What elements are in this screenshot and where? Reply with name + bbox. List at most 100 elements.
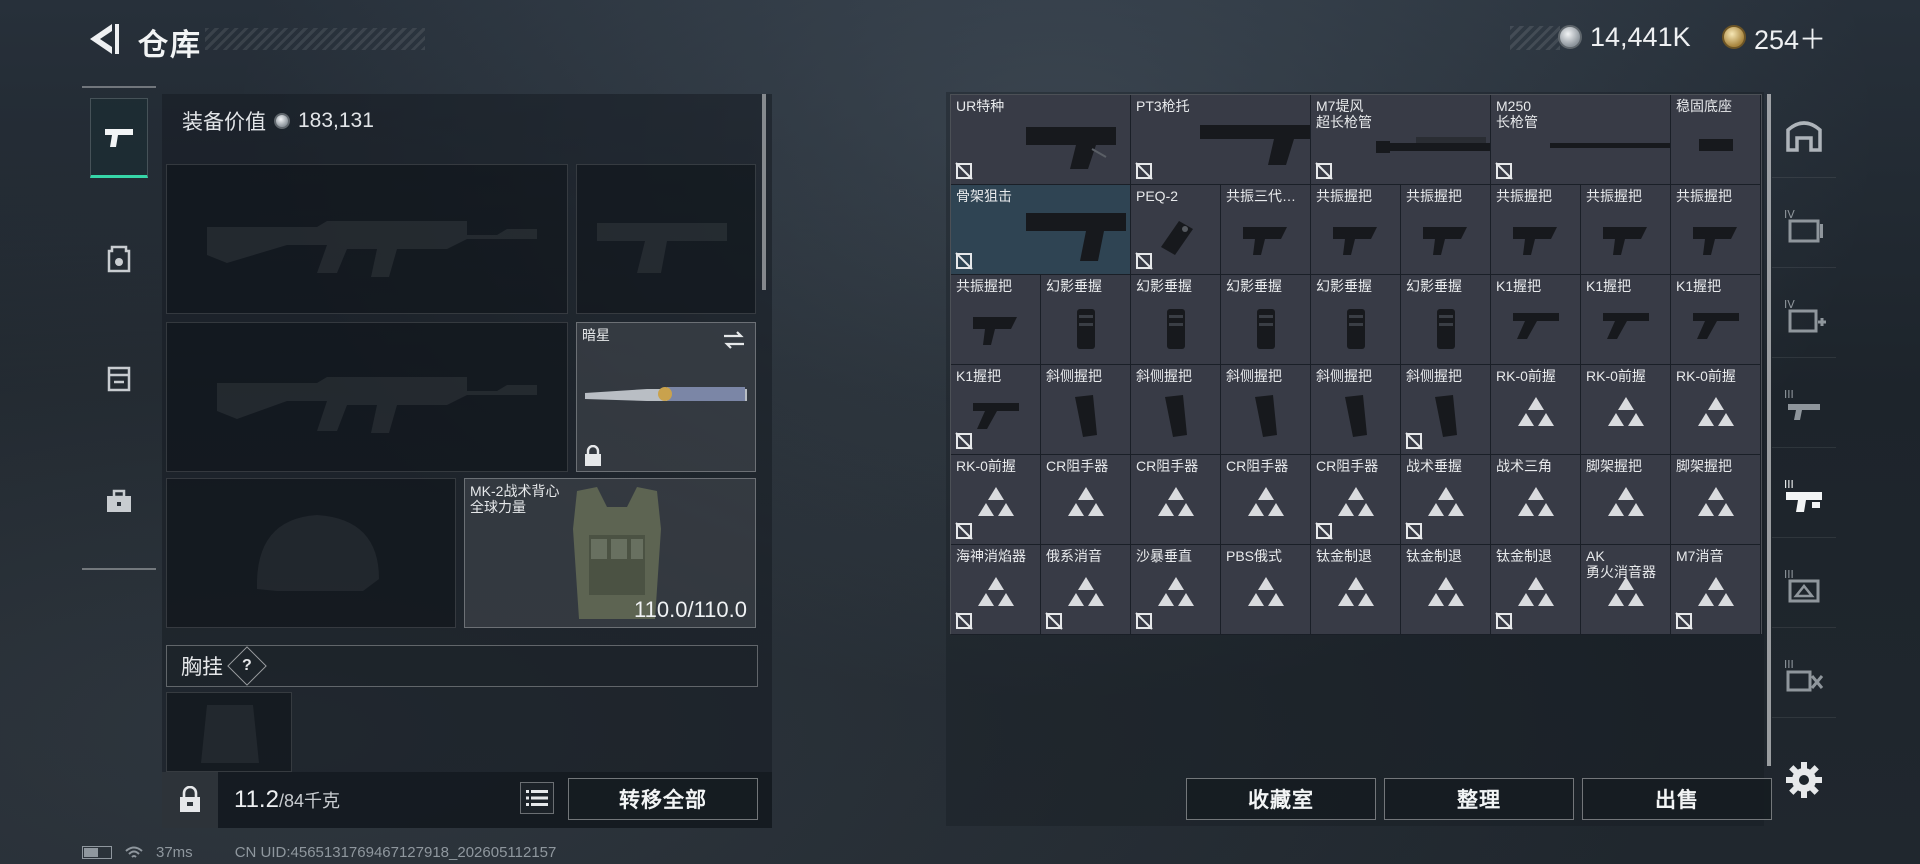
storage-item[interactable]: PBS俄式 xyxy=(1221,545,1311,635)
unbound-tag-icon xyxy=(1135,612,1153,630)
tab-tier3-c[interactable]: III xyxy=(1772,634,1836,718)
help-icon[interactable]: ? xyxy=(227,646,267,686)
storage-item[interactable]: 斜侧握把 xyxy=(1041,365,1131,455)
storage-item[interactable]: 俄系消音 xyxy=(1041,545,1131,635)
storage-item-name: M250 长枪管 xyxy=(1496,98,1538,130)
storage-item[interactable]: 战术三角 xyxy=(1491,455,1581,545)
currency-gold[interactable]: 254＋ xyxy=(1722,20,1826,55)
storage-item[interactable]: 共振握把 xyxy=(1491,185,1581,275)
storage-item[interactable]: 钛金制退 xyxy=(1311,545,1401,635)
storage-item[interactable]: 共振三代… xyxy=(1221,185,1311,275)
storage-item[interactable]: 稳固底座 xyxy=(1671,95,1761,185)
storage-item-name: 幻影垂握 xyxy=(1316,278,1372,294)
lock-icon xyxy=(585,445,601,466)
storage-item[interactable]: PT3枪托 xyxy=(1131,95,1311,185)
storage-item[interactable]: M7堤风 超长枪管 xyxy=(1311,95,1491,185)
storage-item[interactable]: 幻影垂握 xyxy=(1311,275,1401,365)
tab-all[interactable] xyxy=(1772,94,1836,178)
storage-item[interactable]: AK 勇火消音器 xyxy=(1581,545,1671,635)
tab-tier4-a[interactable]: IV xyxy=(1772,184,1836,268)
storage-item[interactable]: 斜侧握把 xyxy=(1131,365,1221,455)
storage-item[interactable]: K1握把 xyxy=(951,365,1041,455)
storage-item[interactable]: CR阻手器 xyxy=(1221,455,1311,545)
storage-item-name: 战术三角 xyxy=(1496,458,1552,474)
storage-item-name: M7消音 xyxy=(1676,548,1724,564)
unbound-tag-icon xyxy=(955,612,973,630)
storage-item[interactable]: 幻影垂握 xyxy=(1221,275,1311,365)
storage-item-name: 脚架握把 xyxy=(1586,458,1642,474)
helmet-slot[interactable] xyxy=(166,478,456,628)
storage-item[interactable]: 共振握把 xyxy=(1671,185,1761,275)
tab-tier3-a[interactable]: III xyxy=(1772,364,1836,448)
ping: 37ms xyxy=(156,844,193,861)
storage-item[interactable]: 共振握把 xyxy=(1581,185,1671,275)
settings-button[interactable] xyxy=(1784,760,1824,800)
storage-item[interactable]: 共振握把 xyxy=(951,275,1041,365)
storage-scrollbar[interactable] xyxy=(1767,94,1771,766)
carry-weight-value: 11.2 xyxy=(234,786,279,813)
sidearm-slot[interactable] xyxy=(576,164,756,314)
svg-text:III: III xyxy=(1784,478,1794,491)
storage-item[interactable]: 幻影垂握 xyxy=(1041,275,1131,365)
storage-item[interactable]: 脚架握把 xyxy=(1581,455,1671,545)
storage-item[interactable]: 幻影垂握 xyxy=(1401,275,1491,365)
storage-item-name: 斜侧握把 xyxy=(1406,368,1462,384)
tab-tier3-b[interactable]: III xyxy=(1772,544,1836,628)
sell-button[interactable]: 出售 xyxy=(1582,778,1772,820)
storage-item[interactable]: CR阻手器 xyxy=(1041,455,1131,545)
storage-item-name: 斜侧握把 xyxy=(1046,368,1102,384)
storage-item-name: M7堤风 超长枪管 xyxy=(1316,98,1372,130)
nav-weapons[interactable] xyxy=(90,98,148,178)
storage-item[interactable]: 战术垂握 xyxy=(1401,455,1491,545)
storage-item[interactable]: 钛金制退 xyxy=(1401,545,1491,635)
melee-slot[interactable]: 暗星 xyxy=(576,322,756,472)
storage-item[interactable]: M7消音 xyxy=(1671,545,1761,635)
transfer-all-button[interactable]: 转移全部 xyxy=(568,778,758,820)
storage-item[interactable]: 共振握把 xyxy=(1401,185,1491,275)
collection-button[interactable]: 收藏室 xyxy=(1186,778,1376,820)
nav-toolbox[interactable] xyxy=(90,462,148,542)
storage-item[interactable]: CR阻手器 xyxy=(1311,455,1401,545)
storage-item[interactable]: 斜侧握把 xyxy=(1311,365,1401,455)
organize-button[interactable]: 整理 xyxy=(1384,778,1574,820)
storage-item[interactable]: 钛金制退 xyxy=(1491,545,1581,635)
storage-item[interactable]: RK-0前握 xyxy=(951,455,1041,545)
arch-icon xyxy=(1786,120,1822,152)
list-view-button[interactable] xyxy=(520,782,554,814)
storage-item[interactable]: 斜侧握把 xyxy=(1401,365,1491,455)
gold-coin-icon xyxy=(1722,25,1746,49)
storage-item[interactable]: 斜侧握把 xyxy=(1221,365,1311,455)
storage-item[interactable]: PEQ-2 xyxy=(1131,185,1221,275)
storage-item[interactable]: CR阻手器 xyxy=(1131,455,1221,545)
armor-slot[interactable]: MK-2战术背心 全球力量 110.0/110.0 xyxy=(464,478,756,628)
storage-item[interactable]: 骨架狙击 xyxy=(951,185,1131,275)
bag-lock-button[interactable] xyxy=(162,772,218,828)
storage-item[interactable]: UR特种 xyxy=(951,95,1131,185)
secondary-weapon-slot[interactable] xyxy=(166,322,568,472)
storage-item[interactable]: K1握把 xyxy=(1491,275,1581,365)
storage-item[interactable]: 海神消焰器 xyxy=(951,545,1041,635)
storage-item[interactable]: RK-0前握 xyxy=(1581,365,1671,455)
storage-item[interactable]: M250 长枪管 xyxy=(1491,95,1671,185)
tab-tier3-attachments[interactable]: III xyxy=(1772,454,1836,538)
unbound-tag-icon xyxy=(1135,162,1153,180)
storage-item[interactable]: RK-0前握 xyxy=(1491,365,1581,455)
chest-rig-slot[interactable] xyxy=(166,692,292,772)
equipment-value-label: 装备价值 xyxy=(182,111,266,134)
storage-item-name: RK-0前握 xyxy=(1676,368,1736,384)
storage-item[interactable]: 沙暴垂直 xyxy=(1131,545,1221,635)
rifle-silhouette-icon xyxy=(207,221,537,277)
tab-tier4-b[interactable]: IV xyxy=(1772,274,1836,358)
storage-item[interactable]: 幻影垂握 xyxy=(1131,275,1221,365)
storage-item[interactable]: 共振握把 xyxy=(1311,185,1401,275)
nav-container[interactable] xyxy=(90,338,148,418)
storage-item[interactable]: K1握把 xyxy=(1671,275,1761,365)
storage-item[interactable]: 脚架握把 xyxy=(1671,455,1761,545)
primary-weapon-slot[interactable] xyxy=(166,164,568,314)
back-button[interactable] xyxy=(82,20,122,58)
loadout-scrollbar[interactable] xyxy=(762,94,766,290)
nav-backpack[interactable] xyxy=(90,218,148,298)
storage-item[interactable]: K1握把 xyxy=(1581,275,1671,365)
storage-item[interactable]: RK-0前握 xyxy=(1671,365,1761,455)
currency-decoration xyxy=(1510,26,1560,50)
